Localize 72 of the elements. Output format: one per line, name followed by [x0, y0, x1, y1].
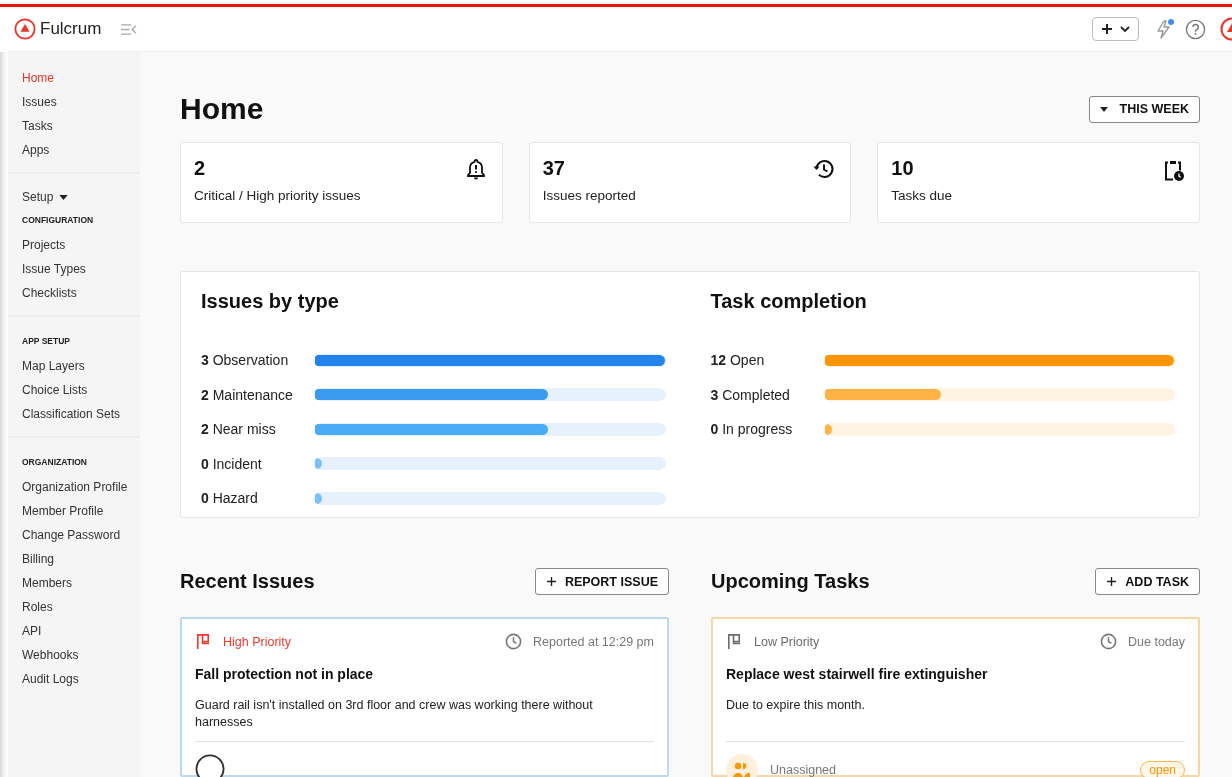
sidebar-item[interactable]: Webhooks [22, 643, 79, 667]
count-label: 3 Completed [710, 386, 791, 403]
plus-icon [1101, 23, 1113, 35]
sidebar-heading: ORGANIZATION [22, 456, 87, 469]
clock-icon [1100, 633, 1117, 650]
card-description: Guard rail isn't installed on 3rd floor and crew was working there without harnesses [195, 697, 594, 731]
plus-icon [545, 576, 557, 587]
count-label: 2 Maintenance [201, 386, 294, 403]
sidebar-item[interactable]: Audit Logs [22, 667, 79, 691]
sidebar-item[interactable]: Member Profile [22, 499, 104, 523]
sidebar-item[interactable]: Choice Lists [22, 378, 88, 402]
caret-icon [1120, 26, 1130, 32]
page-title: Home [180, 92, 264, 127]
sidebar-item[interactable]: Organization Profile [22, 475, 128, 499]
sidebar-item[interactable]: Issue Types [22, 257, 86, 281]
count-label: 2 Near miss [201, 421, 277, 438]
count-label: 0 Incident [201, 455, 263, 472]
sidebar-item[interactable]: Checklists [22, 281, 77, 305]
setup-toggle[interactable]: Setup [22, 186, 69, 208]
stat-label: Tasks due [891, 187, 953, 203]
sidebar-item[interactable]: Home [22, 66, 54, 90]
caret-icon [1099, 107, 1108, 112]
count-label: 12 Open [710, 352, 766, 369]
section-title: Issues by type [201, 289, 340, 313]
count-label: 0 Hazard [201, 490, 259, 507]
sidebar-item[interactable]: Apps [22, 138, 50, 162]
add-button[interactable]: ADD TASK [1095, 568, 1200, 595]
sidebar-item[interactable]: Roles [22, 595, 53, 619]
priority-label: Low Priority [754, 634, 820, 649]
sidebar-heading: APP SETUP [22, 335, 71, 348]
sidebar-item[interactable]: API [22, 619, 42, 643]
status-badge: open [1140, 761, 1185, 777]
sidebar-item[interactable]: Tasks [22, 114, 53, 138]
item-card[interactable]: Low Priority Due today Replace west stairwell fire extinguisher Due to expire this month. Unassigned open [711, 617, 1200, 777]
time-label: Reported at 12:29 pm [533, 634, 654, 649]
caret-icon [59, 194, 69, 200]
card-title: Replace west stairwell fire extinguisher [726, 666, 989, 682]
stat-value: 37 [542, 156, 566, 180]
stat-label: Issues reported [542, 187, 636, 203]
stat-value: 2 [194, 156, 207, 180]
stat-value: 10 [891, 156, 915, 180]
sidebar-item[interactable]: Billing [22, 547, 54, 571]
sidebar-heading: CONFIGURATION [22, 214, 94, 227]
section-title: Upcoming Tasks [711, 570, 870, 593]
sidebar-item[interactable]: Change Password [22, 523, 121, 547]
sidebar-item[interactable]: Projects [22, 233, 66, 257]
clock-icon [505, 633, 523, 650]
sidebar-item[interactable]: Classification Sets [22, 402, 121, 426]
brand-name: Fulcrum [40, 19, 102, 39]
sidebar-item[interactable]: Map Layers [22, 354, 85, 378]
add-button[interactable]: REPORT ISSUE [534, 568, 669, 595]
group-avatar-icon [726, 754, 758, 777]
help-icon[interactable] [1185, 18, 1206, 40]
count-label: 3 Observation [201, 352, 290, 369]
section-title: Recent Issues [180, 570, 315, 593]
collapse-menu-icon[interactable] [120, 22, 138, 36]
sidebar-item[interactable]: Members [22, 571, 72, 595]
period-dropdown[interactable]: THIS WEEK [1088, 96, 1200, 123]
sidebar-item[interactable]: Issues [22, 90, 57, 114]
item-card[interactable]: High Priority Reported at 12:29 pm Fall protection not in place Guard rail isn't installed on 3rd floor and crew was working there without harnesses [180, 617, 669, 777]
priority-label: High Priority [223, 634, 292, 649]
card-description: Due to expire this month. [726, 697, 866, 714]
stat-label: Critical / High priority issues [194, 187, 361, 203]
user-avatar-icon [195, 754, 225, 777]
add-menu-button[interactable] [1092, 17, 1139, 41]
section-title: Task completion [710, 289, 868, 313]
count-label: 0 In progress [710, 421, 794, 438]
assignee-label: Unassigned [770, 763, 837, 777]
logo-icon [14, 18, 36, 40]
plus-icon [1106, 576, 1118, 587]
time-label: Due today [1128, 634, 1185, 649]
card-title: Fall protection not in place [195, 666, 375, 682]
